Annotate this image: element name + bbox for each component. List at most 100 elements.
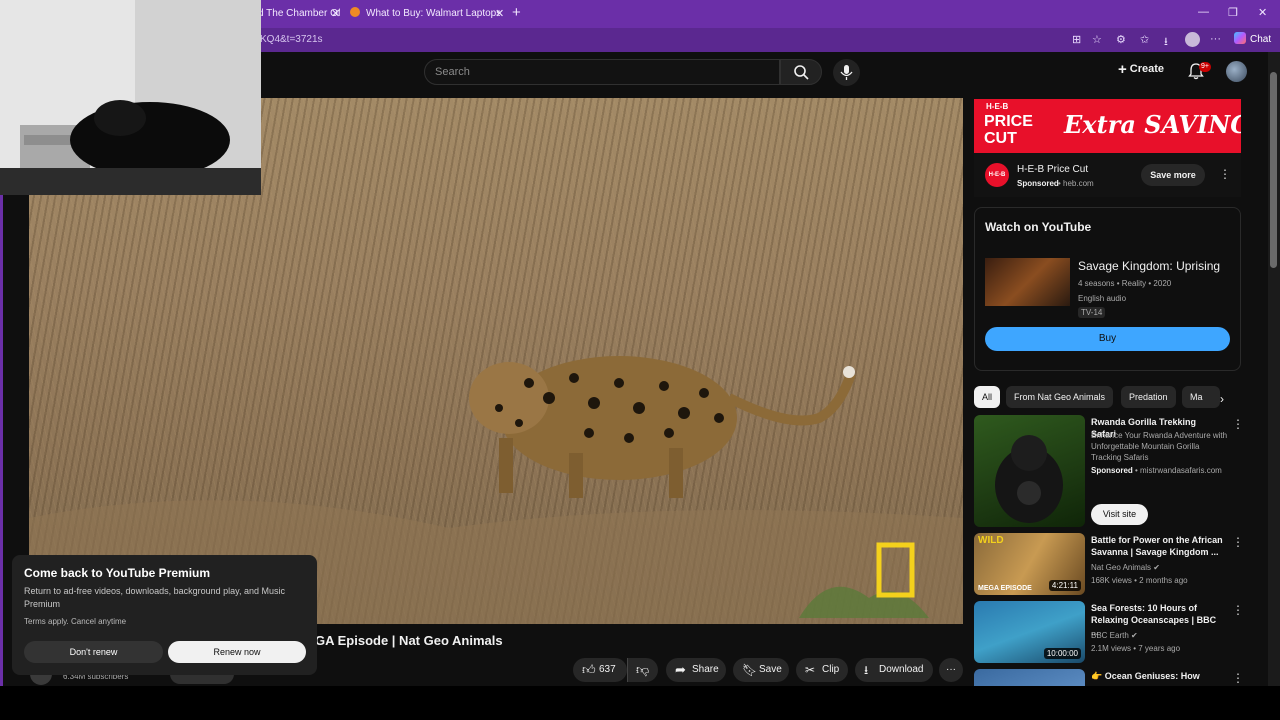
watch-panel-heading: Watch on YouTube [985,220,1092,234]
plus-icon[interactable]: + [512,4,521,21]
close-tab-icon[interactable]: ✕ [495,7,504,20]
taskbar-area [0,686,1280,720]
show-audio: English audio [1078,294,1127,303]
copilot-icon [1234,32,1246,44]
downloads-icon[interactable]: ⭳ [1164,33,1168,52]
ad-menu-icon[interactable]: ⋮ [1219,167,1231,181]
share-button[interactable]: ➦ Share [666,658,726,682]
favorite-star-icon[interactable]: ☆ [1092,33,1102,46]
thumbs-up-icon: 👍︎ [582,662,596,677]
rec-menu-icon[interactable]: ⋮ [1232,417,1244,431]
rec-menu-icon[interactable]: ⋮ [1232,603,1244,617]
close-tab-icon[interactable]: ✕ [331,7,340,20]
rec-title[interactable]: Battle for Power on the African Savanna … [1091,534,1223,558]
download-button[interactable]: ⭳ Download [855,658,933,682]
premium-toast: Come back to YouTube Premium Return to a… [12,555,317,675]
save-label: Save [759,664,782,675]
clip-button[interactable]: ✂ Clip [796,658,848,682]
toast-title: Come back to YouTube Premium [24,566,211,580]
rec-channel: Nat Geo Animals ✔ [1091,562,1160,573]
rec-channel: BBC Earth ✔ [1091,630,1138,641]
gorilla-thumbnail[interactable] [974,415,1085,527]
profile-avatar-icon[interactable] [1185,32,1200,47]
rec-menu-icon[interactable]: ⋮ [1232,535,1244,549]
rec-title[interactable]: 👉 Ocean Geniuses: How [1091,670,1223,682]
save-button[interactable]: 🔖︎ Save [733,658,789,682]
bookmark-icon: 🔖︎ [742,663,758,677]
dislike-button[interactable]: 👎︎ [627,658,658,682]
search-button[interactable] [780,59,822,85]
microphone-icon [840,65,853,80]
voice-search-button[interactable] [833,59,860,86]
sponsored-label: Sponsored [1017,179,1059,188]
verified-icon: ✔ [1153,563,1160,572]
create-label: Create [1129,63,1165,75]
channel-name: Nat Geo Animals [1091,563,1152,572]
search-input[interactable]: Search [424,59,780,85]
like-count: 637 [599,664,616,675]
save-more-button[interactable]: Save more [1141,164,1205,186]
gorilla-image [995,435,1063,523]
browser-tab-walmart[interactable]: What to Buy: Walmart Laptops for [350,3,500,25]
advertiser-name: H-E-B Price Cut [1017,164,1089,175]
restore-icon[interactable]: ❐ [1228,6,1238,19]
sea-forests-thumbnail[interactable]: 10:00:00 [974,601,1085,663]
toast-terms: Terms apply. Cancel anytime [24,617,127,626]
extra-savings-text: Extra SAVINGS [1064,110,1241,139]
create-button[interactable]: + Create [1118,61,1164,78]
copilot-chat-button[interactable]: Chat [1234,32,1271,45]
duration-badge: 10:00:00 [1043,648,1081,659]
ad-domain-text: heb.com [1063,179,1094,188]
rec-description: Enhance Your Rwanda Adventure with Unfor… [1091,431,1228,462]
plus-icon: + [1118,61,1127,78]
walmart-favicon-icon [350,7,360,17]
split-screen-icon[interactable]: ⊞ [1072,33,1081,46]
chip-more[interactable]: Ma [1182,386,1220,408]
download-label: Download [879,664,924,675]
chip-from-nat-geo-animals[interactable]: From Nat Geo Animals [1006,386,1114,408]
browser-tab-chamber[interactable]: d The Chamber Of [258,3,340,25]
savage-kingdom-thumbnail[interactable] [985,258,1070,306]
heb-brand-text: H-E-B [986,102,1009,111]
search-icon [794,65,809,80]
show-meta: 4 seasons • Reality • 2020 [1078,279,1172,288]
minimize-icon[interactable]: — [1198,6,1209,18]
rec-menu-icon[interactable]: ⋮ [1232,671,1244,685]
close-window-icon[interactable]: ✕ [1258,6,1267,19]
channel-name: BBC Earth [1091,631,1129,640]
tab-label: d The Chamber Of [258,8,340,19]
chevron-right-icon[interactable]: › [1220,392,1224,406]
dont-renew-button[interactable]: Don't renew [24,641,163,663]
extensions-icon[interactable]: ⚙ [1116,33,1126,46]
battle-thumbnail[interactable]: WILD MEGA EPISODE 4:21:11 [974,533,1085,595]
like-button[interactable]: 👍︎ 637 [573,658,627,682]
scissors-icon: ✂ [805,663,816,677]
more-menu-icon[interactable]: ··· [1210,33,1221,45]
more-actions-button[interactable]: ··· [939,658,963,682]
ocean-geniuses-thumbnail[interactable] [974,669,1085,686]
chip-all[interactable]: All [974,386,1001,408]
ad-domain: • heb.com [1058,179,1094,188]
rec-domain: mistrwandasafaris.com [1140,466,1222,475]
duration-badge: 4:21:11 [1048,580,1081,591]
more-horizontal-icon: ··· [946,664,956,675]
ad-banner-image[interactable]: H-E-B PRICE CUT Extra SAVINGS [974,99,1241,153]
account-avatar[interactable] [1226,61,1247,82]
notification-count-badge: 9+ [1199,62,1211,72]
thumbs-down-icon: 👎︎ [636,662,650,677]
webcam-overlay [0,0,261,195]
wild-badge: WILD [978,535,1004,546]
buy-button[interactable]: Buy [985,327,1230,351]
show-title[interactable]: Savage Kingdom: Uprising [1078,259,1220,273]
sponsored-label: Sponsored [1091,466,1133,475]
chat-label: Chat [1250,34,1272,45]
url-field[interactable]: KQ4&t=3721s [260,34,323,45]
mega-episode-badge: MEGA EPISODE [978,585,1032,592]
visit-site-button[interactable]: Visit site [1091,504,1148,525]
clip-label: Clip [822,664,840,675]
scrollbar-thumb[interactable] [1270,72,1277,268]
toast-body: Return to ad-free videos, downloads, bac… [24,586,285,609]
favorites-icon[interactable]: ✩ [1140,33,1149,46]
renew-now-button[interactable]: Renew now [168,641,306,663]
chip-predation[interactable]: Predation [1121,386,1176,408]
